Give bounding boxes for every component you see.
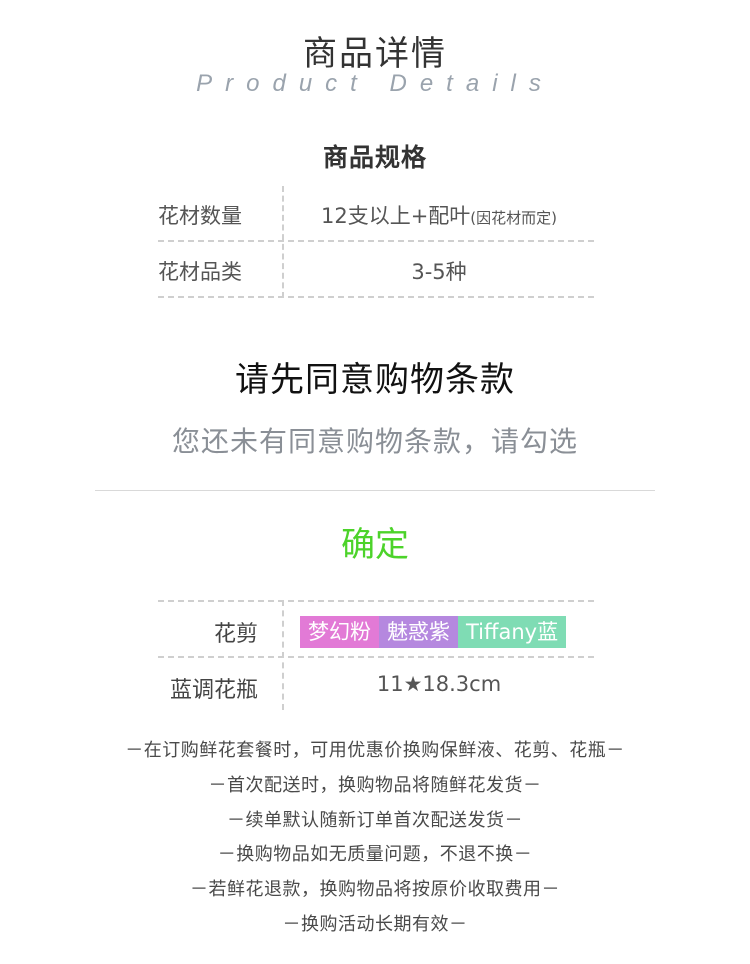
spec-value-text: 12支以上+配叶 — [320, 204, 471, 228]
list-item: －换购活动长期有效－ — [282, 913, 468, 935]
table-row: 花材数量 12支以上+配叶(因花材而定) — [158, 186, 594, 242]
spec-table: 花材数量 12支以上+配叶(因花材而定) 花材品类 3-5种 — [158, 186, 594, 298]
page-subtitle-en: Product Details — [196, 70, 554, 97]
addon-table: 花剪 梦幻粉 魅惑紫 Tiffany蓝 蓝调花瓶 11★18.3cm — [158, 600, 594, 710]
color-option-charm-purple[interactable]: 魅惑紫 — [379, 616, 458, 648]
modal-title: 请先同意购物条款 — [235, 360, 515, 400]
list-item: －续单默认随新订单首次配送发货－ — [227, 809, 523, 831]
spec-value-category: 3-5种 — [411, 260, 467, 284]
addon-key-vase: 蓝调花瓶 — [169, 678, 258, 703]
addon-value-vase-size: 11★18.3cm — [376, 672, 502, 696]
table-row: 蓝调花瓶 11★18.3cm — [158, 658, 594, 714]
list-item: －在订购鲜花套餐时，可用优惠价换购保鲜液、花剪、花瓶－ — [125, 740, 625, 761]
spec-value-note: (因花材而定) — [470, 209, 558, 227]
color-options: 梦幻粉 魅惑紫 Tiffany蓝 — [300, 616, 567, 648]
color-option-tiffany-blue[interactable]: Tiffany蓝 — [458, 616, 567, 648]
page-title: 商品详情 — [303, 34, 447, 74]
modal-message: 您还未有同意购物条款，请勾选 — [171, 425, 578, 458]
spec-value-quantity: 12支以上+配叶(因花材而定) — [284, 200, 594, 230]
notes-list: －在订购鲜花套餐时，可用优惠价换购保鲜液、花剪、花瓶－ －首次配送时，换购物品将… — [0, 734, 750, 943]
confirm-button[interactable]: 确定 — [300, 516, 450, 566]
spec-key-quantity: 花材数量 — [158, 204, 242, 228]
addon-key-scissors: 花剪 — [213, 622, 258, 647]
spec-key-category: 花材品类 — [158, 260, 242, 284]
table-divider — [158, 296, 594, 298]
modal-divider — [95, 490, 655, 491]
color-option-dream-pink[interactable]: 梦幻粉 — [300, 616, 379, 648]
table-row: 花剪 梦幻粉 魅惑紫 Tiffany蓝 — [158, 602, 594, 658]
spec-section-title: 商品规格 — [322, 143, 427, 172]
table-row: 花材品类 3-5种 — [158, 242, 594, 298]
list-item: －若鲜花退款，换购物品将按原价收取费用－ — [190, 879, 560, 901]
list-item: －换购物品如无质量问题，不退不换－ — [217, 844, 533, 866]
list-item: －首次配送时，换购物品将随鲜花发货－ — [208, 774, 542, 796]
